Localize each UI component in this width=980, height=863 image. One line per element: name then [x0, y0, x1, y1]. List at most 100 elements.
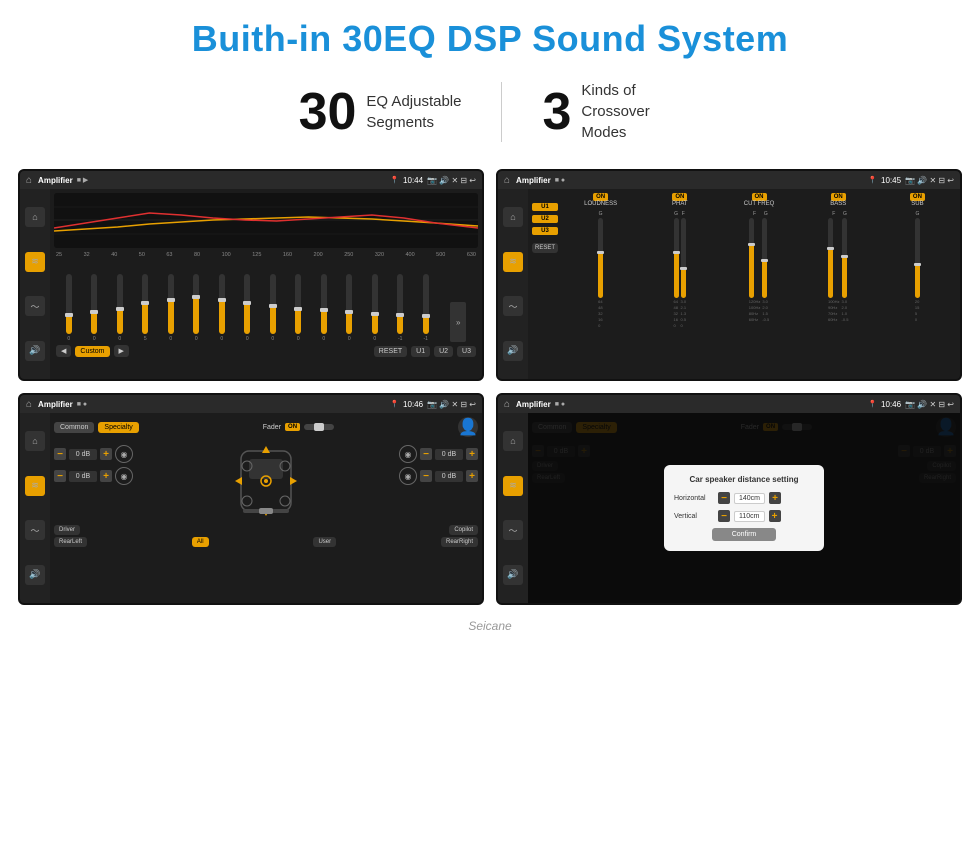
common-mode-btn[interactable]: Common	[54, 422, 94, 433]
eq-prev-btn[interactable]: ◀	[56, 345, 71, 357]
dialog-vertical-row[interactable]: Vertical − 110cm +	[674, 510, 814, 522]
loudness-sliders[interactable]: G 644832160	[562, 211, 639, 375]
dialog-main: Common Specialty Fader ON 👤 −	[528, 413, 960, 603]
eq-sidebar-icon3[interactable]: 〜	[25, 296, 45, 316]
on-phat[interactable]: ON	[672, 193, 687, 201]
eq-slider-3[interactable]: 0	[117, 274, 123, 342]
on-buttons-row[interactable]: ON LOUDNESS ON PHAT ON CUT FREQ ON	[562, 193, 956, 207]
vol-minus-4[interactable]: −	[420, 470, 432, 482]
dlg-sidebar-icon4[interactable]: 🔊	[503, 565, 523, 585]
dialog-overlay: Car speaker distance setting Horizontal …	[528, 413, 960, 603]
eq-u1-btn[interactable]: U1	[411, 346, 430, 357]
cross-sidebar-icon3[interactable]: 〜	[503, 296, 523, 316]
spk-sidebar-icon1[interactable]: ⌂	[25, 431, 45, 451]
spk-sidebar-icon3[interactable]: 〜	[25, 520, 45, 540]
eq-slider-13[interactable]: 0	[372, 274, 378, 342]
fader-row[interactable]: Fader ON	[263, 423, 334, 431]
driver-btn[interactable]: Driver	[54, 525, 80, 535]
screen-speaker: ⌂ Amplifier ■ ● 📍 10:46 📷 🔊 ✕ ⊟ ↩ ⌂ ≋ 〜 …	[18, 393, 484, 605]
speaker-profile-icon[interactable]: 👤	[458, 417, 478, 437]
speaker-bottom-buttons[interactable]: Driver Copilot	[54, 525, 478, 535]
eq-next-btn[interactable]: ▶	[114, 345, 129, 357]
dialog-horizontal-row[interactable]: Horizontal − 140cm +	[674, 492, 814, 504]
vol-row-4[interactable]: ◉ − 0 dB +	[399, 467, 478, 485]
cross-sidebar-icon1[interactable]: ⌂	[503, 207, 523, 227]
u2-btn[interactable]: U2	[532, 215, 558, 223]
eq-slider-9[interactable]: 0	[270, 274, 276, 342]
on-loudness[interactable]: ON	[593, 193, 608, 201]
speaker-top-bar[interactable]: Common Specialty Fader ON 👤	[54, 417, 478, 437]
user-btn[interactable]: User	[313, 537, 336, 547]
dlg-sidebar-icon2[interactable]: ≋	[503, 476, 523, 496]
home-icon-3[interactable]: ⌂	[26, 399, 32, 410]
vol-row-1[interactable]: − 0 dB + ◉	[54, 445, 133, 463]
vertical-plus[interactable]: +	[769, 510, 781, 522]
u1-btn[interactable]: U1	[532, 203, 558, 211]
bass-sliders[interactable]: F 100Hz90Hz70Hz60Hz G	[800, 211, 877, 375]
spk-sidebar-icon4[interactable]: 🔊	[25, 565, 45, 585]
eq-slider-6[interactable]: 0	[193, 274, 199, 342]
eq-controls[interactable]: ◀ Custom ▶ RESET U1 U2 U3	[54, 342, 478, 359]
right-vol-controls[interactable]: ◉ − 0 dB + ◉ − 0 dB +	[399, 445, 478, 521]
speaker-bottom-buttons2[interactable]: RearLeft All User RearRight	[54, 537, 478, 547]
spk-sidebar-icon2[interactable]: ≋	[25, 476, 45, 496]
cross-sidebar-icon2[interactable]: ≋	[503, 252, 523, 272]
eq-slider-10[interactable]: 0	[295, 274, 301, 342]
confirm-button[interactable]: Confirm	[712, 528, 777, 541]
vol-plus-4[interactable]: +	[466, 470, 478, 482]
eq-custom-btn[interactable]: Custom	[75, 346, 109, 357]
home-icon-2[interactable]: ⌂	[504, 175, 510, 186]
eq-u2-btn[interactable]: U2	[434, 346, 453, 357]
vertical-minus[interactable]: −	[718, 510, 730, 522]
on-sub[interactable]: ON	[910, 193, 925, 201]
eq-slider-4[interactable]: 5	[142, 274, 148, 342]
eq-sliders[interactable]: 0 0 0	[54, 262, 478, 342]
cross-sidebar-icon4[interactable]: 🔊	[503, 341, 523, 361]
on-cutfreq[interactable]: ON	[752, 193, 767, 201]
home-icon[interactable]: ⌂	[26, 175, 32, 186]
fader-track[interactable]	[304, 424, 334, 430]
specialty-mode-btn[interactable]: Specialty	[98, 422, 138, 433]
eq-reset-btn[interactable]: RESET	[374, 346, 407, 357]
eq-slider-14[interactable]: -1	[397, 274, 403, 342]
all-btn[interactable]: All	[192, 537, 209, 547]
vol-plus-1[interactable]: +	[100, 448, 112, 460]
copilot-btn[interactable]: Copilot	[449, 525, 478, 535]
vol-minus-3[interactable]: −	[420, 448, 432, 460]
cutfreq-sliders[interactable]: F 120Hz100Hz80Hz60Hz G	[720, 211, 797, 375]
eq-slider-5[interactable]: 0	[168, 274, 174, 342]
eq-slider-2[interactable]: 0	[91, 274, 97, 342]
eq-u3-btn[interactable]: U3	[457, 346, 476, 357]
rearright-btn[interactable]: RearRight	[441, 537, 478, 547]
eq-slider-11[interactable]: 0	[321, 274, 327, 342]
dlg-sidebar-icon3[interactable]: 〜	[503, 520, 523, 540]
eq-slider-12[interactable]: 0	[346, 274, 352, 342]
eq-slider-15[interactable]: -1	[423, 274, 429, 342]
vol-plus-2[interactable]: +	[100, 470, 112, 482]
eq-slider-8[interactable]: 0	[244, 274, 250, 342]
home-icon-4[interactable]: ⌂	[504, 399, 510, 410]
u3-btn[interactable]: U3	[532, 227, 558, 235]
sub-sliders[interactable]: G 201550	[879, 211, 956, 375]
vol-row-3[interactable]: ◉ − 0 dB +	[399, 445, 478, 463]
eq-sidebar-icon4[interactable]: 🔊	[25, 341, 45, 361]
phat-sliders[interactable]: G 644832160 F	[641, 211, 718, 375]
u-buttons-col[interactable]: U1 U2 U3 RESET	[532, 203, 558, 375]
vol-minus-1[interactable]: −	[54, 448, 66, 460]
vol-plus-3[interactable]: +	[466, 448, 478, 460]
on-bass[interactable]: ON	[831, 193, 846, 201]
eq-sidebar-icon1[interactable]: ⌂	[25, 207, 45, 227]
vol-minus-2[interactable]: −	[54, 470, 66, 482]
vol-row-2[interactable]: − 0 dB + ◉	[54, 467, 133, 485]
rearleft-btn[interactable]: RearLeft	[54, 537, 87, 547]
eq-slider-7[interactable]: 0	[219, 274, 225, 342]
dialog-right-icons: 📷 🔊 ✕ ⊟ ↩	[905, 400, 954, 409]
eq-slider-1[interactable]: 0	[66, 274, 72, 342]
horizontal-plus[interactable]: +	[769, 492, 781, 504]
fader-thumb[interactable]	[314, 423, 324, 431]
left-vol-controls[interactable]: − 0 dB + ◉ − 0 dB + ◉	[54, 445, 133, 521]
horizontal-minus[interactable]: −	[718, 492, 730, 504]
eq-sidebar-icon2[interactable]: ≋	[25, 252, 45, 272]
dlg-sidebar-icon1[interactable]: ⌂	[503, 431, 523, 451]
reset-btn-crossover[interactable]: RESET	[532, 243, 558, 253]
